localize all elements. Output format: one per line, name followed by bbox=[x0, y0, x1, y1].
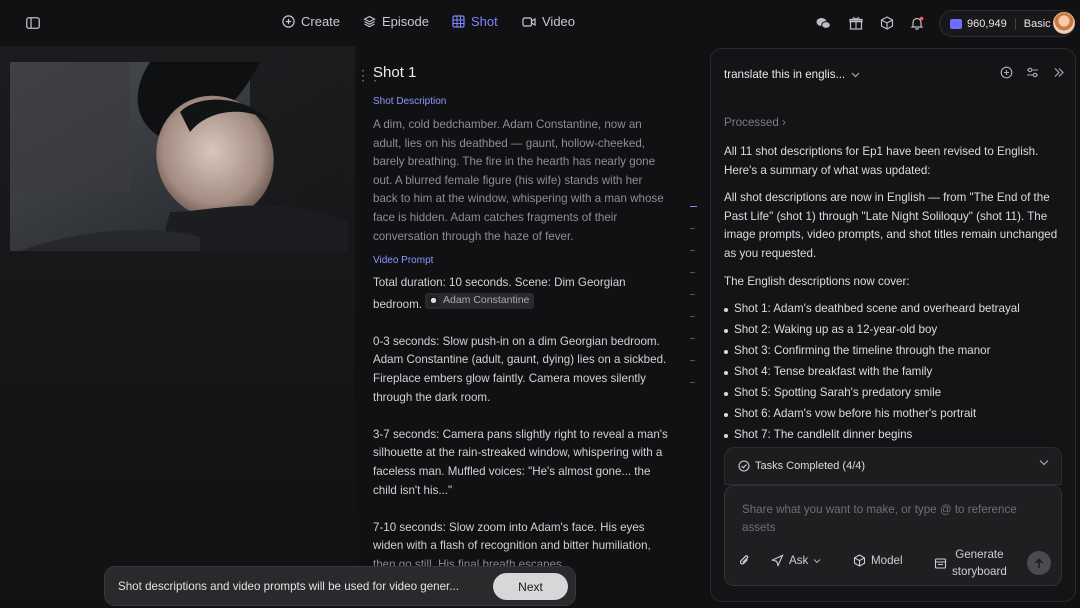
list-item: Shot 6: Adam's vow before his mother's p… bbox=[724, 405, 1064, 424]
shot-thumbnail[interactable] bbox=[10, 62, 348, 251]
video-prompt-label: Video Prompt bbox=[373, 255, 434, 266]
ask-mode-select[interactable]: Ask bbox=[771, 554, 821, 567]
sidebar-toggle-icon[interactable] bbox=[25, 16, 41, 30]
shot-tick[interactable] bbox=[690, 206, 697, 207]
shot-tick[interactable] bbox=[690, 272, 695, 273]
processed-label: Processed bbox=[724, 116, 779, 129]
panel-actions bbox=[1000, 66, 1065, 79]
nav-create-label: Create bbox=[301, 14, 341, 29]
assistant-panel: translate this in englis... Processed › … bbox=[710, 48, 1076, 602]
credits-separator bbox=[1014, 17, 1016, 30]
nav-episode[interactable]: Episode bbox=[363, 14, 429, 29]
bell-icon[interactable] bbox=[909, 15, 925, 31]
processed-toggle[interactable]: Processed › bbox=[724, 116, 786, 129]
arrow-up-icon bbox=[1034, 557, 1044, 568]
shot-tick[interactable] bbox=[690, 316, 695, 317]
video-icon bbox=[522, 16, 536, 27]
grid-icon bbox=[452, 15, 465, 28]
list-item: Shot 2: Waking up as a 12-year-old boy bbox=[724, 321, 1064, 340]
chevron-right-icon: › bbox=[782, 116, 786, 129]
chevron-down-icon bbox=[851, 72, 860, 77]
check-circle-icon bbox=[738, 460, 750, 472]
nav-video[interactable]: Video bbox=[522, 14, 575, 29]
shot-description-label: Shot Description bbox=[373, 96, 447, 107]
nav-shot[interactable]: Shot bbox=[452, 14, 498, 29]
model-label: Model bbox=[871, 554, 903, 567]
message-paragraph: All 11 shot descriptions for Ep1 have be… bbox=[724, 145, 1039, 177]
send-button[interactable] bbox=[1027, 551, 1051, 575]
toast-text: Shot descriptions and video prompts will… bbox=[118, 579, 459, 593]
asset-chip-label: Adam Constantine bbox=[442, 294, 530, 307]
paperclip-icon bbox=[739, 555, 749, 565]
generate-label-line2: storyboard bbox=[952, 565, 1007, 578]
list-item: Shot 4: Tense breakfast with the family bbox=[724, 363, 1064, 382]
nav-create[interactable]: Create bbox=[282, 14, 340, 29]
shot-description-text[interactable]: A dim, cold bedchamber. Adam Constantine… bbox=[373, 116, 668, 246]
gift-icon[interactable] bbox=[848, 15, 864, 31]
chevron-down-icon bbox=[813, 558, 821, 563]
wechat-icon[interactable] bbox=[815, 15, 831, 31]
top-bar: Create Episode Shot Video 960,949 Basic bbox=[0, 0, 1080, 46]
shot-summary-list: Shot 1: Adam's deathbed scene and overhe… bbox=[724, 300, 1064, 445]
shot-title: Shot 1 bbox=[373, 64, 417, 81]
generate-storyboard-button[interactable]: Generate storyboard bbox=[934, 546, 1007, 580]
nav-shot-label: Shot bbox=[471, 14, 498, 29]
nav-episode-label: Episode bbox=[382, 14, 429, 29]
list-item: Shot 5: Spotting Sarah's predatory smile bbox=[724, 384, 1064, 403]
storyboard-icon bbox=[934, 557, 947, 569]
info-toast: Shot descriptions and video prompts will… bbox=[104, 566, 576, 606]
message-paragraph: All shot descriptions are now in English… bbox=[724, 191, 1058, 260]
shot-scroll-indicator[interactable] bbox=[690, 206, 698, 404]
shot-tick[interactable] bbox=[690, 360, 695, 361]
list-item: Shot 7: The candlelit dinner begins bbox=[724, 426, 1064, 445]
prompt-part: 0-3 seconds: Slow push-in on a dim Georg… bbox=[373, 334, 667, 404]
shot-tick[interactable] bbox=[690, 228, 695, 229]
list-item: Shot 3: Confirming the timeline through … bbox=[724, 342, 1064, 361]
send-arrow-icon bbox=[771, 554, 784, 567]
shot-tick[interactable] bbox=[690, 338, 695, 339]
cube-icon[interactable] bbox=[879, 15, 895, 31]
new-chat-icon[interactable] bbox=[1000, 66, 1013, 79]
composer-input[interactable]: Share what you want to make, or type @ t… bbox=[742, 501, 1042, 537]
ask-label: Ask bbox=[789, 554, 809, 567]
shot-tick[interactable] bbox=[690, 250, 695, 251]
shot-editor: ⋮⋮ Shot 1 Shot Description A dim, cold b… bbox=[355, 46, 700, 608]
next-button[interactable]: Next bbox=[493, 573, 568, 600]
tasks-label: Tasks Completed (4/4) bbox=[755, 460, 866, 472]
cube-icon bbox=[853, 554, 866, 567]
composer[interactable]: Share what you want to make, or type @ t… bbox=[724, 485, 1062, 586]
shot-tick[interactable] bbox=[690, 382, 695, 383]
list-item: Shot 1: Adam's deathbed scene and overhe… bbox=[724, 300, 1064, 319]
chat-message: All 11 shot descriptions for Ep1 have be… bbox=[724, 143, 1064, 447]
credits-value: 960,949 bbox=[967, 17, 1007, 30]
shot-tick[interactable] bbox=[690, 294, 695, 295]
prompt-part: 3-7 seconds: Camera pans slightly right … bbox=[373, 427, 668, 497]
chevron-down-icon bbox=[1039, 460, 1049, 466]
credits-icon bbox=[950, 18, 962, 29]
generate-storyboard-label: Generate storyboard bbox=[952, 546, 1007, 580]
generate-label-line1: Generate bbox=[955, 548, 1004, 561]
layers-icon bbox=[363, 15, 376, 28]
conversation-title[interactable]: translate this in englis... bbox=[724, 68, 860, 81]
nav-video-label: Video bbox=[542, 14, 576, 29]
model-button[interactable]: Model bbox=[853, 554, 903, 567]
conversation-title-text: translate this in englis... bbox=[724, 68, 846, 81]
collapse-panel-icon[interactable] bbox=[1052, 66, 1065, 79]
attach-button[interactable] bbox=[738, 554, 751, 567]
avatar[interactable] bbox=[1053, 12, 1075, 34]
settings-sliders-icon[interactable] bbox=[1026, 66, 1039, 79]
asset-chip[interactable]: Adam Constantine bbox=[424, 292, 535, 309]
plus-circle-icon bbox=[282, 15, 295, 28]
plan-label: Basic bbox=[1023, 17, 1051, 30]
message-paragraph: The English descriptions now cover: bbox=[724, 274, 910, 288]
asset-thumbnail-icon bbox=[427, 294, 439, 307]
tasks-completed-bar[interactable]: Tasks Completed (4/4) bbox=[724, 447, 1062, 485]
